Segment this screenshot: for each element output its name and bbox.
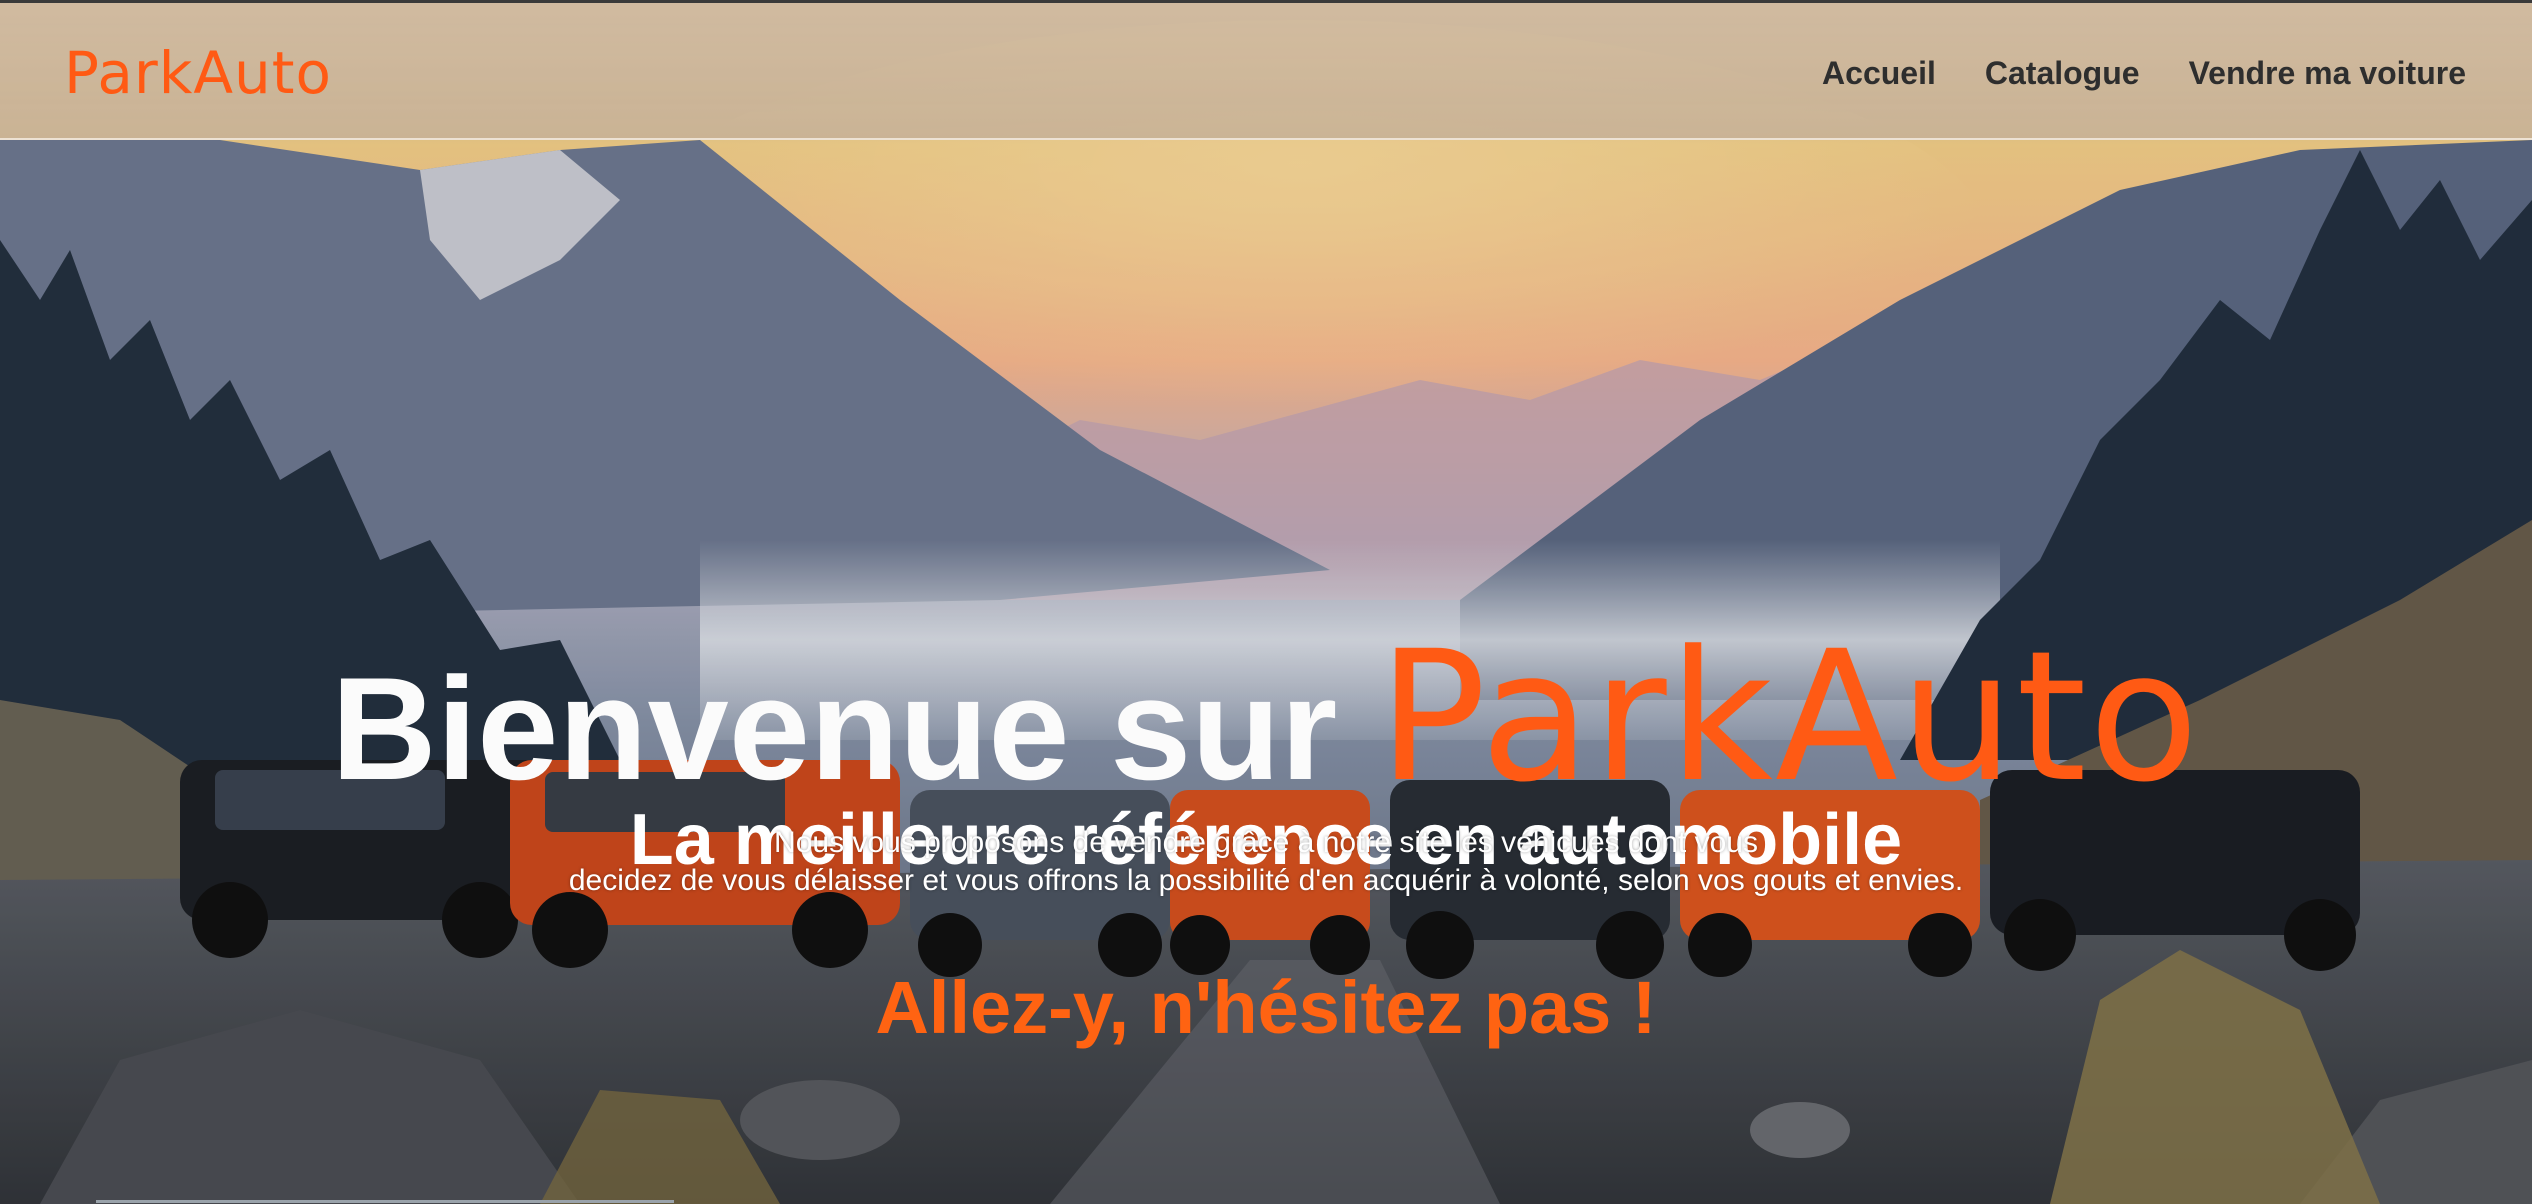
hero-title-prefix: Bienvenue sur <box>331 646 1338 810</box>
hero-cta-text: Allez-y, n'hésitez pas ! <box>875 966 1657 1049</box>
site-logo[interactable]: ParkAuto <box>64 41 332 105</box>
hero-description-line: decidez de vous délaisser et vous offron… <box>568 864 1964 897</box>
hero-title-brand: ParkAuto <box>1377 612 2201 822</box>
nav-link-catalogue[interactable]: Catalogue <box>1985 53 2140 93</box>
page-bottom-divider <box>96 1200 674 1203</box>
hero-description-line: Nous vous proposons de vendre grâce à no… <box>774 826 1758 859</box>
nav-link-accueil[interactable]: Accueil <box>1822 53 1936 93</box>
nav-link-vendre-ma-voiture[interactable]: Vendre ma voiture <box>2189 53 2466 93</box>
hero-description: Nous vous proposons de vendre grâce à no… <box>480 824 2052 900</box>
hero-title: Bienvenue sur ParkAuto <box>0 627 2532 819</box>
top-navbar: ParkAuto Accueil Catalogue Vendre ma voi… <box>0 0 2532 140</box>
main-nav: Accueil Catalogue Vendre ma voiture <box>1822 53 2466 93</box>
